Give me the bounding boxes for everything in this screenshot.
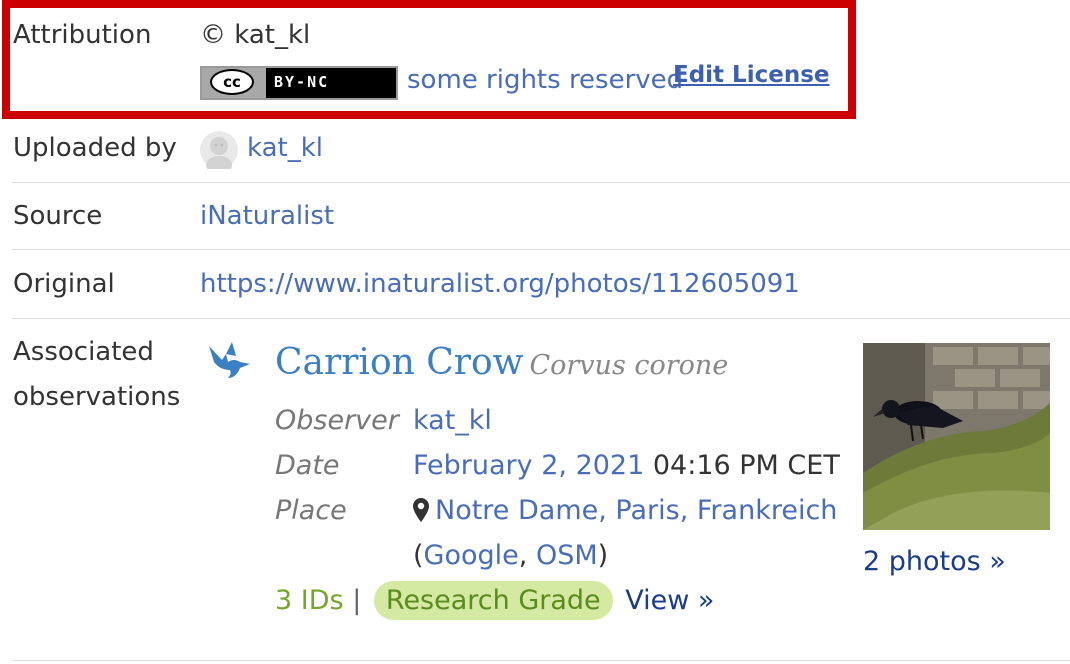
cc-badge-left: cc (202, 68, 266, 98)
place-link[interactable]: Notre Dame, Paris, Frankreich (435, 495, 837, 526)
separator: | (352, 585, 362, 616)
observation-photo[interactable] (863, 343, 1050, 530)
uploader-link[interactable]: kat_kl (247, 133, 323, 163)
date-value: February 2, 2021 04:16 PM CET (413, 450, 840, 481)
place-value: Notre Dame, Paris, Frankreich (413, 495, 837, 526)
map-links: (Google, OSM) (413, 540, 608, 571)
paren-open: ( (413, 540, 424, 571)
associated-label-line2: observations (13, 382, 181, 412)
google-map-link[interactable]: Google (424, 540, 519, 571)
research-grade-badge: Research Grade (373, 581, 613, 620)
observation-footer: 3 IDs | Research Grade View » (275, 581, 714, 620)
date-label: Date (275, 450, 340, 481)
ids-count-link[interactable]: 3 IDs (275, 585, 344, 616)
date-link[interactable]: February 2, 2021 (413, 450, 644, 481)
time-text: 04:16 PM CET (652, 450, 840, 481)
observation-title[interactable]: Carrion Crow Corvus corone (275, 342, 728, 383)
map-marker-icon (413, 498, 429, 522)
bird-icon (209, 342, 250, 378)
original-label: Original (13, 269, 115, 299)
view-observation-link[interactable]: View » (625, 585, 714, 616)
cc-icon: cc (210, 69, 254, 95)
original-url-link[interactable]: https://www.inaturalist.org/photos/11260… (200, 269, 800, 299)
place-label: Place (275, 495, 347, 526)
scientific-name: Corvus corone (529, 350, 729, 381)
observer-link[interactable]: kat_kl (413, 405, 492, 436)
source-link[interactable]: iNaturalist (200, 201, 334, 231)
source-label: Source (13, 201, 103, 231)
attribution-label: Attribution (13, 20, 152, 50)
bottom-divider (12, 660, 1070, 661)
common-name[interactable]: Carrion Crow (275, 342, 523, 383)
associated-label-line1: Associated (13, 337, 154, 367)
avatar[interactable] (200, 131, 238, 169)
cc-license-badge[interactable]: cc BY-NC (200, 66, 398, 100)
cc-badge-terms: BY-NC (274, 73, 330, 91)
paren-close: ) (597, 540, 609, 571)
photos-link[interactable]: 2 photos » (863, 546, 1006, 577)
attribution-highlight (2, 0, 856, 119)
observer-label: Observer (275, 405, 399, 436)
uploaded-by-label: Uploaded by (13, 133, 177, 163)
osm-map-link[interactable]: OSM (536, 540, 598, 571)
attribution-owner: © kat_kl (200, 20, 311, 50)
comma: , (518, 540, 536, 571)
source-row (12, 183, 1070, 250)
edit-license-link[interactable]: Edit License (673, 62, 830, 88)
rights-reserved-link[interactable]: some rights reserved (407, 65, 683, 95)
